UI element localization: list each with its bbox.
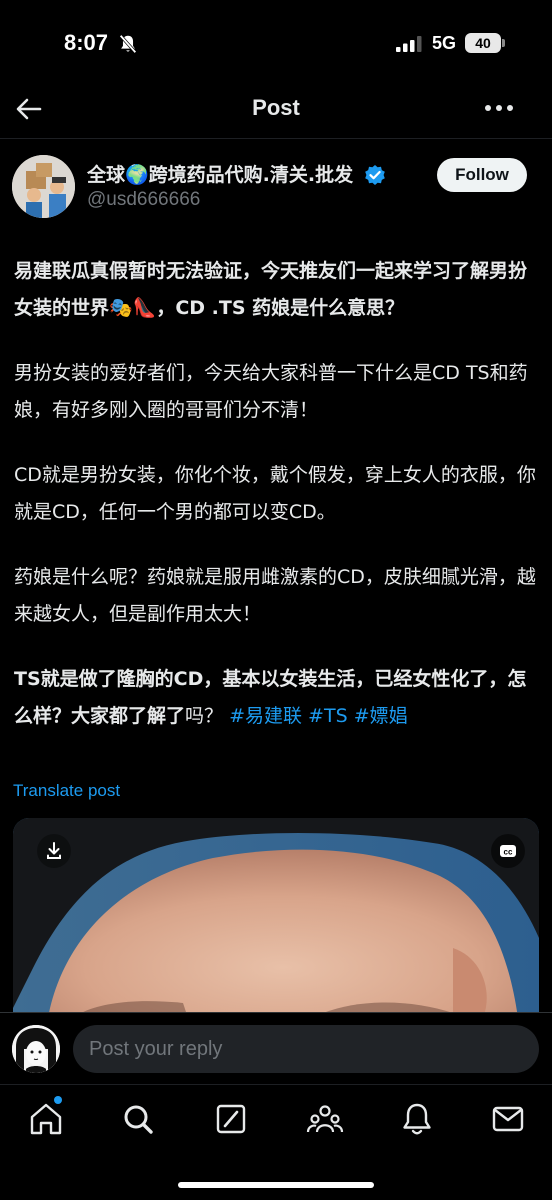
follow-button[interactable]: Follow [437,158,527,192]
search-icon[interactable] [118,1099,158,1139]
communities-icon[interactable] [305,1099,345,1139]
home-icon[interactable] [26,1099,66,1139]
current-user-avatar[interactable] [12,1025,60,1073]
battery-level: 40 [475,35,491,51]
battery-icon: 40 [465,33,501,53]
avatar-illustration [12,155,75,218]
author-display-name[interactable]: 全球🌍跨境药品代购.清关.批发 [87,160,353,187]
author-avatar[interactable] [12,155,75,218]
nav-bar: Post [0,88,552,138]
hashtag-link[interactable]: #易建联 [229,705,302,727]
more-options-icon[interactable] [482,100,516,116]
home-indicator [178,1182,374,1188]
grok-icon[interactable] [211,1099,251,1139]
status-bar: 8:07 5G 40 [0,0,552,88]
post-paragraph-1: 易建联瓜真假暂时无法验证，今天推友们一起来学习了解男扮女装的世界🎭👠，CD .T… [14,260,528,319]
page-title: Post [252,95,300,120]
post-paragraph-2: 男扮女装的爱好者们，今天给大家科普一下什么是CD TS和药娘，有好多刚入圈的哥哥… [14,362,528,421]
hashtag-link[interactable]: #TS [308,705,348,727]
hashtag-link[interactable]: #嫖娼 [354,705,408,727]
home-notification-dot [54,1096,62,1104]
post-paragraph-3: CD就是男扮女装，你化个妆，戴个假发，穿上女人的衣服，你就是CD，任何一个男的都… [14,464,536,523]
closed-captions-icon: cc [500,845,516,857]
bell-slash-icon [119,34,137,54]
status-time: 8:07 [64,30,109,55]
download-icon[interactable] [37,834,71,868]
reply-bar [0,1012,552,1084]
post-text: 易建联瓜真假暂时无法验证，今天推友们一起来学习了解男扮女装的世界🎭👠，CD .T… [14,253,540,763]
reply-input[interactable] [73,1025,539,1073]
post-paragraph-5: TS就是做了隆胸的CD，基本以女装生活，已经女性化了，怎么样？大家都了解了吗？ … [14,661,540,735]
cellular-signal-icon [396,36,422,52]
post-paragraph-4: 药娘是什么呢？药娘就是服用雌激素的CD，皮肤细腻光滑，越来越女人，但是副作用太大… [14,566,536,625]
user-avatar-illustration [12,1025,60,1073]
video-frame [13,818,539,1018]
post-paragraph-5-plain: 吗？ [185,705,224,727]
closed-captions-button[interactable]: cc [491,834,525,868]
messages-icon[interactable] [488,1099,528,1139]
network-type: 5G [432,33,457,53]
post-video[interactable]: cc [13,818,539,1018]
cc-label: cc [504,848,513,857]
author-handle[interactable]: @usd666666 [87,189,200,211]
verified-badge-icon [365,165,385,185]
header-divider [0,138,552,139]
battery-tip [502,39,505,47]
notifications-icon[interactable] [397,1099,437,1139]
translate-post-link[interactable]: Translate post [13,781,120,801]
